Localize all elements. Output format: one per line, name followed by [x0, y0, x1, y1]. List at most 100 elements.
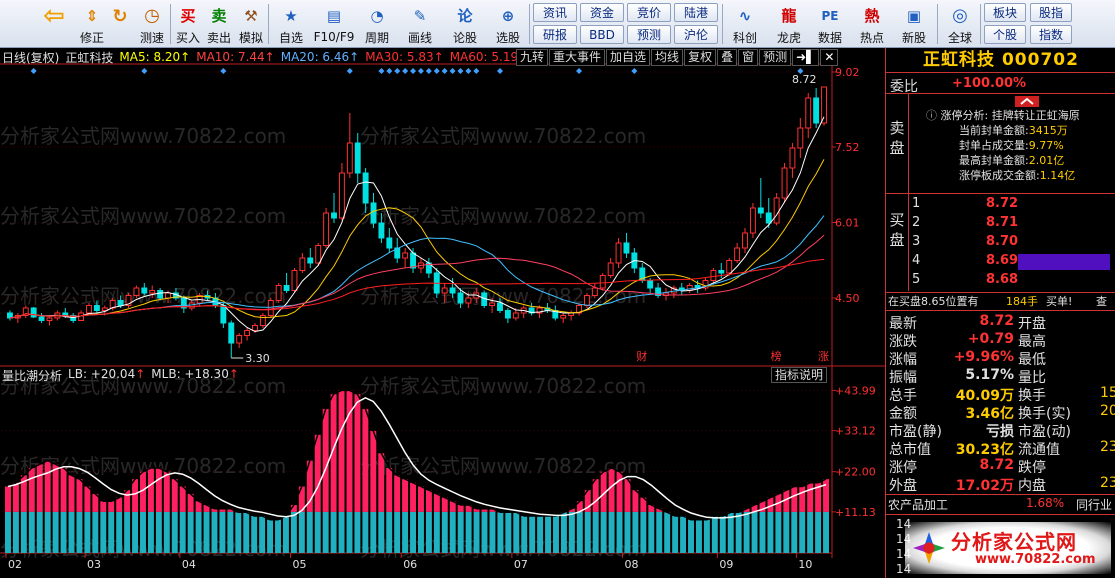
- quote-label: 总市值: [889, 442, 931, 458]
- hk-connect-button[interactable]: 陆港: [674, 3, 718, 22]
- overlay-button[interactable]: 叠: [717, 49, 738, 66]
- watchlist-button[interactable]: ★ 自选: [273, 2, 309, 46]
- weibi-row: 委比 +100.00%: [886, 76, 1115, 95]
- quote-label: 总手: [889, 388, 917, 404]
- ma20-legend: MA20: 6.46↑: [280, 50, 360, 64]
- dragon-tiger-button[interactable]: 龍 龙虎: [771, 2, 807, 46]
- global-label: 全球: [947, 31, 972, 45]
- same-industry-link[interactable]: 同行业: [1076, 496, 1112, 513]
- brand-url: www.70822.com: [975, 552, 1096, 567]
- sell-icon: 卖: [211, 7, 227, 25]
- sell-button[interactable]: 卖 卖出: [203, 2, 235, 46]
- sector-button[interactable]: 板块: [984, 3, 1026, 22]
- data-button[interactable]: PE 数据: [812, 2, 848, 46]
- order-queue-row: 在买盘8.65位置有 184手 买单! 查: [886, 293, 1115, 311]
- time-tick-label: 02: [8, 558, 22, 571]
- quote-value: 8.72: [979, 457, 1014, 473]
- quote-value: +0.79: [967, 331, 1014, 347]
- candle-body: [291, 270, 298, 291]
- hot-button[interactable]: 熱 热点: [854, 2, 890, 46]
- bid-row[interactable]: 3 8.70: [886, 234, 1115, 252]
- candle-body: [607, 262, 614, 276]
- candle-body: [283, 285, 290, 291]
- research-button[interactable]: 研报: [533, 25, 577, 44]
- quote-label: 流通值: [1018, 442, 1060, 458]
- add-watchlist-button[interactable]: 加自选: [606, 49, 651, 66]
- bid-level: 3: [912, 234, 921, 249]
- star-market-button[interactable]: ∿ 科创: [727, 2, 763, 46]
- candle-body: [149, 290, 156, 294]
- indicator-help-button[interactable]: 指标说明: [771, 367, 828, 383]
- major-events-button[interactable]: 重大事件: [549, 49, 606, 66]
- back-arrow-icon: ⇦: [43, 1, 65, 31]
- weibi-value: +100.00%: [952, 76, 1027, 91]
- futures-index-button[interactable]: 股指: [1030, 3, 1072, 22]
- auction-button[interactable]: 竞价: [627, 3, 671, 22]
- period-button[interactable]: ◔ 周期: [359, 2, 395, 46]
- global-button[interactable]: ◎ 全球: [942, 2, 978, 46]
- bid-row[interactable]: 1 8.72: [886, 196, 1115, 214]
- quote-label: 开盘: [1018, 316, 1046, 332]
- sector-row[interactable]: 农产品加工 1.68% 同行业: [886, 496, 1115, 514]
- discuss-button[interactable]: 论 论股: [447, 2, 483, 46]
- quote-value: 5.17%: [965, 367, 1014, 383]
- quote-value: 20: [1100, 403, 1115, 419]
- predict-button[interactable]: 预测: [759, 49, 792, 66]
- simulate-button[interactable]: ⚒ 模拟: [235, 2, 267, 46]
- time-tick-label: 08: [625, 558, 639, 571]
- high-price-label: 8.72: [792, 73, 817, 86]
- f10-button[interactable]: ▤ F10/F9: [313, 2, 355, 46]
- quote-label: 涨跌: [889, 334, 917, 350]
- ma-settings-button[interactable]: 均线: [651, 49, 684, 66]
- stock-screen-button[interactable]: ⊕ 选股: [489, 2, 527, 46]
- bbd-button[interactable]: BBD: [580, 25, 624, 44]
- speed-test-button[interactable]: ◷ 测速: [134, 2, 170, 46]
- speed-test-button-1[interactable]: ↻: [104, 2, 136, 46]
- candle-body: [378, 222, 385, 239]
- back-button[interactable]: ⇦: [36, 1, 72, 46]
- nine-turn-button[interactable]: 九转: [516, 49, 549, 66]
- funds-button[interactable]: 资金: [580, 3, 624, 22]
- candle-body: [299, 257, 306, 271]
- candle-body: [323, 212, 330, 246]
- window-button[interactable]: 窗: [738, 49, 759, 66]
- quote-row: 外盘 17.02万 内盘 23: [886, 475, 1115, 494]
- sell-label: 卖出: [206, 31, 231, 45]
- quote-label: 涨幅: [889, 352, 917, 368]
- bid-level: 5: [912, 272, 921, 287]
- draw-line-button[interactable]: ✎ 画线: [402, 2, 438, 46]
- panel-divider: [886, 494, 1115, 495]
- panel-divider: [886, 514, 1115, 515]
- candle-body: [781, 167, 788, 199]
- candle-body: [370, 202, 377, 224]
- candle-body: [307, 257, 314, 264]
- bid-row[interactable]: 2 8.71: [886, 215, 1115, 233]
- new-stock-button[interactable]: ▣ 新股: [896, 2, 932, 46]
- event-diamond: [410, 68, 417, 74]
- news-button[interactable]: 资讯: [533, 3, 577, 22]
- collapse-chevron-icon[interactable]: [1015, 96, 1039, 107]
- bid-row[interactable]: 4 8.69: [886, 253, 1115, 271]
- queue-check-button[interactable]: 查: [1096, 293, 1107, 309]
- kline-chart[interactable]: 分析家公式网www.70822.com 分析家公式网www.70822.com 分析…: [0, 48, 885, 578]
- adjust-button[interactable]: 复权: [684, 49, 717, 66]
- candle-body: [789, 147, 796, 169]
- quote-label: 涨停: [889, 460, 917, 476]
- watermark-text: 分析家公式网www.70822.com: [360, 204, 646, 228]
- index-button[interactable]: 指数: [1030, 25, 1072, 44]
- close-icon[interactable]: ✕: [820, 49, 839, 66]
- period-clock-icon: ◔: [370, 6, 384, 25]
- sh-london-button[interactable]: 沪伦: [674, 25, 718, 44]
- quote-value: 亏损: [986, 424, 1014, 440]
- candle-body: [599, 275, 606, 289]
- next-arrow-icon[interactable]: ➜▌: [792, 49, 820, 66]
- candle-body: [615, 242, 622, 264]
- forecast-button[interactable]: 预测: [627, 25, 671, 44]
- single-stock-button[interactable]: 个股: [984, 25, 1026, 44]
- event-diamond: [449, 68, 456, 74]
- hot-label: 热点: [859, 31, 884, 45]
- candle-body: [117, 300, 124, 306]
- buy-button[interactable]: 买 买入: [172, 2, 204, 46]
- event-diamond: [576, 68, 583, 74]
- bid-row[interactable]: 5 8.68: [886, 272, 1115, 290]
